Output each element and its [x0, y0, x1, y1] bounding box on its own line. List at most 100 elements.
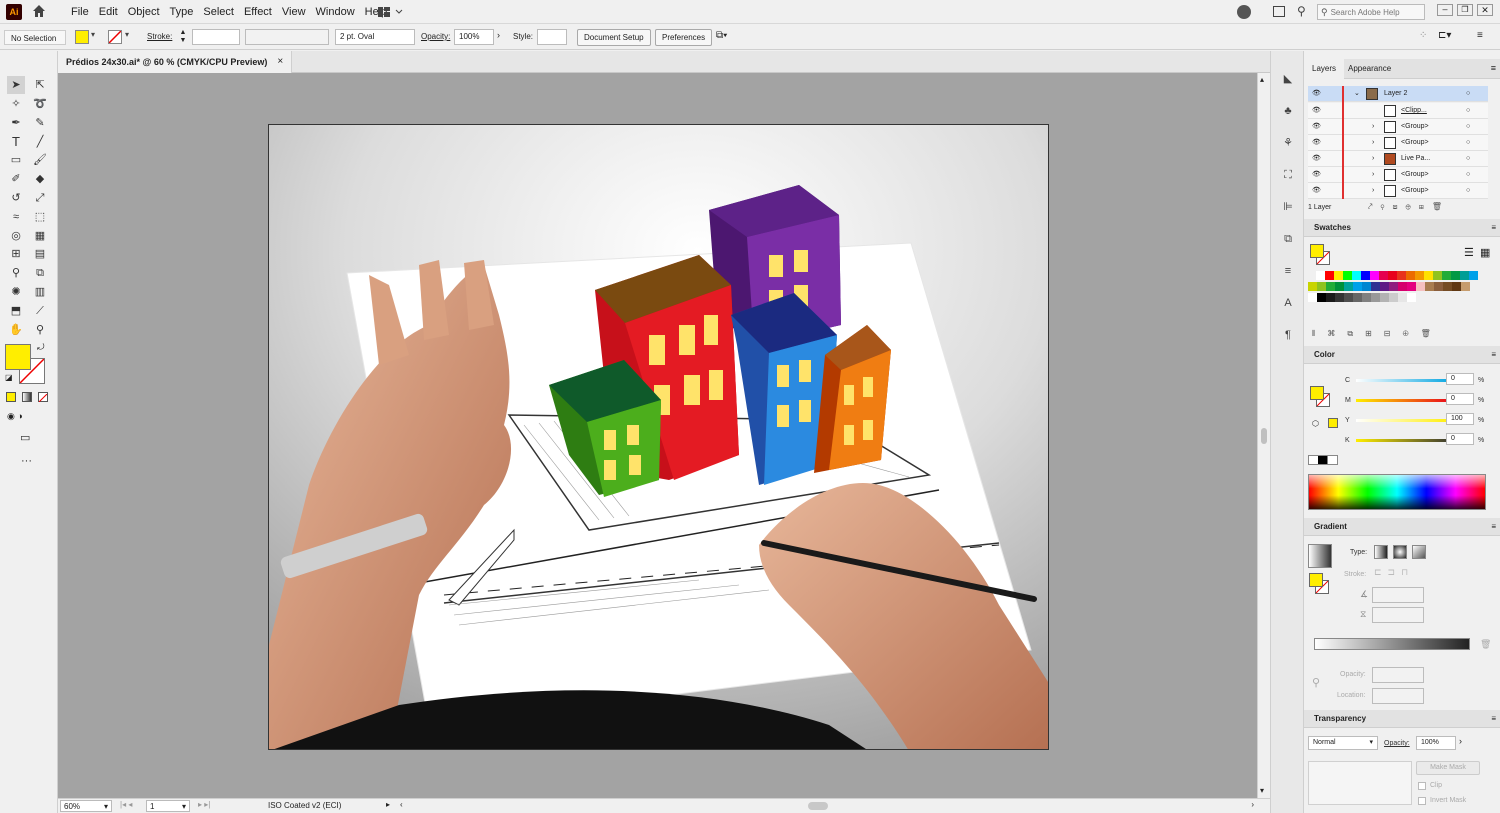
swatch[interactable]	[1442, 271, 1451, 280]
target-icon[interactable]: ○	[1466, 103, 1470, 119]
color-menu-icon[interactable]: ≡	[1491, 346, 1496, 364]
gradient-menu-icon[interactable]: ≡	[1491, 518, 1496, 536]
layers-footer-icons[interactable]: ⤤⚲⧈⊕⊞🗑	[1368, 202, 1450, 212]
swatch[interactable]	[1344, 282, 1353, 291]
swatch[interactable]	[1415, 271, 1424, 280]
menu-view[interactable]: View	[277, 0, 311, 24]
swatches-footer-icons[interactable]: ⫴⌘⧉⊞⊟⊕🗑	[1312, 329, 1443, 339]
layer-row[interactable]: 👁 ⌄ Layer 2 ○	[1308, 86, 1488, 102]
close-document-icon[interactable]: ×	[277, 51, 283, 73]
rotate-tool-icon[interactable]: ↺	[7, 189, 25, 207]
lasso-tool-icon[interactable]: ➰	[31, 95, 49, 113]
symbol-sprayer-tool-icon[interactable]: ✺	[7, 283, 25, 301]
gradient-location-select[interactable]	[1372, 688, 1424, 704]
swatch[interactable]	[1469, 271, 1478, 280]
free-transform-tool-icon[interactable]: ⬚	[31, 208, 49, 226]
transparency-menu-icon[interactable]: ≡	[1491, 710, 1496, 728]
visibility-icon[interactable]: 👁	[1312, 135, 1321, 151]
swatch[interactable]	[1407, 282, 1416, 291]
menu-effect[interactable]: Effect	[239, 0, 277, 24]
visibility-icon[interactable]: 👁	[1312, 119, 1321, 135]
gradient-tool-icon[interactable]: ▤	[31, 245, 49, 263]
blend-mode-select[interactable]: Normal ▾	[1308, 736, 1378, 750]
swap-colors-icon[interactable]: ⤾	[37, 342, 45, 353]
magenta-input[interactable]: 0	[1446, 393, 1474, 405]
horizontal-scrollbar[interactable]: ‹ ›	[398, 799, 1258, 813]
menu-select[interactable]: Select	[198, 0, 239, 24]
expand-icon[interactable]: ›	[1372, 151, 1374, 167]
layer-name[interactable]: <Group>	[1401, 119, 1429, 135]
layer-name[interactable]: <Clipp...	[1401, 103, 1427, 119]
close-window-button[interactable]: ✕	[1477, 4, 1493, 16]
fill-color-box[interactable]	[5, 344, 31, 370]
swatch[interactable]	[1460, 271, 1469, 280]
layer-row[interactable]: 👁 › Live Pa... ○	[1308, 151, 1488, 167]
stroke-dropdown-icon[interactable]: ▾	[125, 30, 129, 39]
tab-appearance[interactable]: Appearance	[1342, 59, 1397, 79]
menu-edit[interactable]: Edit	[94, 0, 123, 24]
horizontal-scroll-thumb[interactable]	[808, 802, 828, 810]
shaper-tool-icon[interactable]: ✐	[7, 170, 25, 188]
eraser-tool-icon[interactable]: ◆	[31, 170, 49, 188]
artboard-select[interactable]: 1 ▾	[146, 800, 190, 812]
default-colors-icon[interactable]: ◪	[5, 373, 13, 382]
color-mode-icon[interactable]	[6, 392, 16, 402]
slice-tool-icon[interactable]: ⟋	[31, 302, 49, 320]
layers-menu-icon[interactable]: ≡	[1491, 63, 1496, 73]
swatch[interactable]	[1325, 271, 1334, 280]
document-setup-button[interactable]: Document Setup	[577, 29, 651, 46]
vertical-scrollbar[interactable]: ▴ ▾	[1257, 73, 1270, 798]
variable-width-select[interactable]	[245, 29, 329, 45]
swatch[interactable]	[1317, 282, 1326, 291]
swatch[interactable]	[1352, 271, 1361, 280]
yellow-slider[interactable]	[1356, 419, 1454, 422]
visibility-icon[interactable]: 👁	[1312, 103, 1321, 119]
freeform-gradient-button[interactable]	[1412, 545, 1426, 559]
gradient-opacity-select[interactable]	[1372, 667, 1424, 683]
properties-icon[interactable]: ◣	[1280, 71, 1296, 87]
swatch[interactable]	[1424, 271, 1433, 280]
stroke-panel-icon[interactable]: ≡	[1280, 263, 1296, 279]
tab-layers[interactable]: Layers	[1304, 59, 1345, 79]
swatch[interactable]	[1362, 282, 1371, 291]
clip-checkbox[interactable]	[1418, 782, 1426, 790]
layer-row[interactable]: 👁 <Clipp... ○	[1308, 103, 1488, 119]
swatch[interactable]	[1398, 293, 1407, 302]
scroll-thumb[interactable]	[1261, 428, 1267, 444]
expand-icon[interactable]: ›	[1372, 167, 1374, 183]
perspective-grid-tool-icon[interactable]: ▦	[31, 227, 49, 245]
menu-type[interactable]: Type	[165, 0, 199, 24]
swatch[interactable]	[1380, 293, 1389, 302]
pathfinder-icon[interactable]: ⧉	[1280, 231, 1296, 247]
invert-mask-checkbox[interactable]	[1418, 797, 1426, 805]
paintbrush-tool-icon[interactable]: 🖌	[31, 151, 49, 169]
home-icon[interactable]	[32, 4, 46, 18]
swatch[interactable]	[1416, 282, 1425, 291]
character-icon[interactable]: A	[1280, 295, 1296, 311]
swatch[interactable]	[1389, 293, 1398, 302]
swatch[interactable]	[1443, 282, 1452, 291]
stroke-swatch[interactable]	[108, 30, 122, 44]
gradient-fill-indicator[interactable]	[1309, 573, 1323, 587]
swatch[interactable]	[1433, 271, 1442, 280]
expand-icon[interactable]: ›	[1372, 119, 1374, 135]
menu-window[interactable]: Window	[311, 0, 360, 24]
radial-gradient-button[interactable]	[1393, 545, 1407, 559]
minimize-button[interactable]: –	[1437, 4, 1453, 16]
swatch[interactable]	[1343, 271, 1352, 280]
black-input[interactable]: 0	[1446, 433, 1474, 445]
layer-name[interactable]: Live Pa...	[1401, 151, 1430, 167]
out-of-gamut-icon[interactable]: ⬡	[1312, 419, 1319, 428]
arrange-icon[interactable]	[1273, 6, 1285, 17]
swatch[interactable]	[1406, 271, 1415, 280]
swatch[interactable]	[1407, 293, 1416, 302]
magic-wand-tool-icon[interactable]: ✧	[7, 95, 25, 113]
black-slider[interactable]	[1356, 439, 1454, 442]
expand-icon[interactable]: ›	[1372, 135, 1374, 151]
layer-name[interactable]: <Group>	[1401, 183, 1429, 199]
zoom-tool-icon[interactable]: ⚲	[31, 321, 49, 339]
brush-select[interactable]: 2 pt. Oval	[335, 29, 415, 45]
preferences-button[interactable]: Preferences	[655, 29, 713, 46]
gradient-mode-icon[interactable]	[22, 392, 32, 402]
screen-mode-icon[interactable]: ▭	[20, 431, 30, 444]
